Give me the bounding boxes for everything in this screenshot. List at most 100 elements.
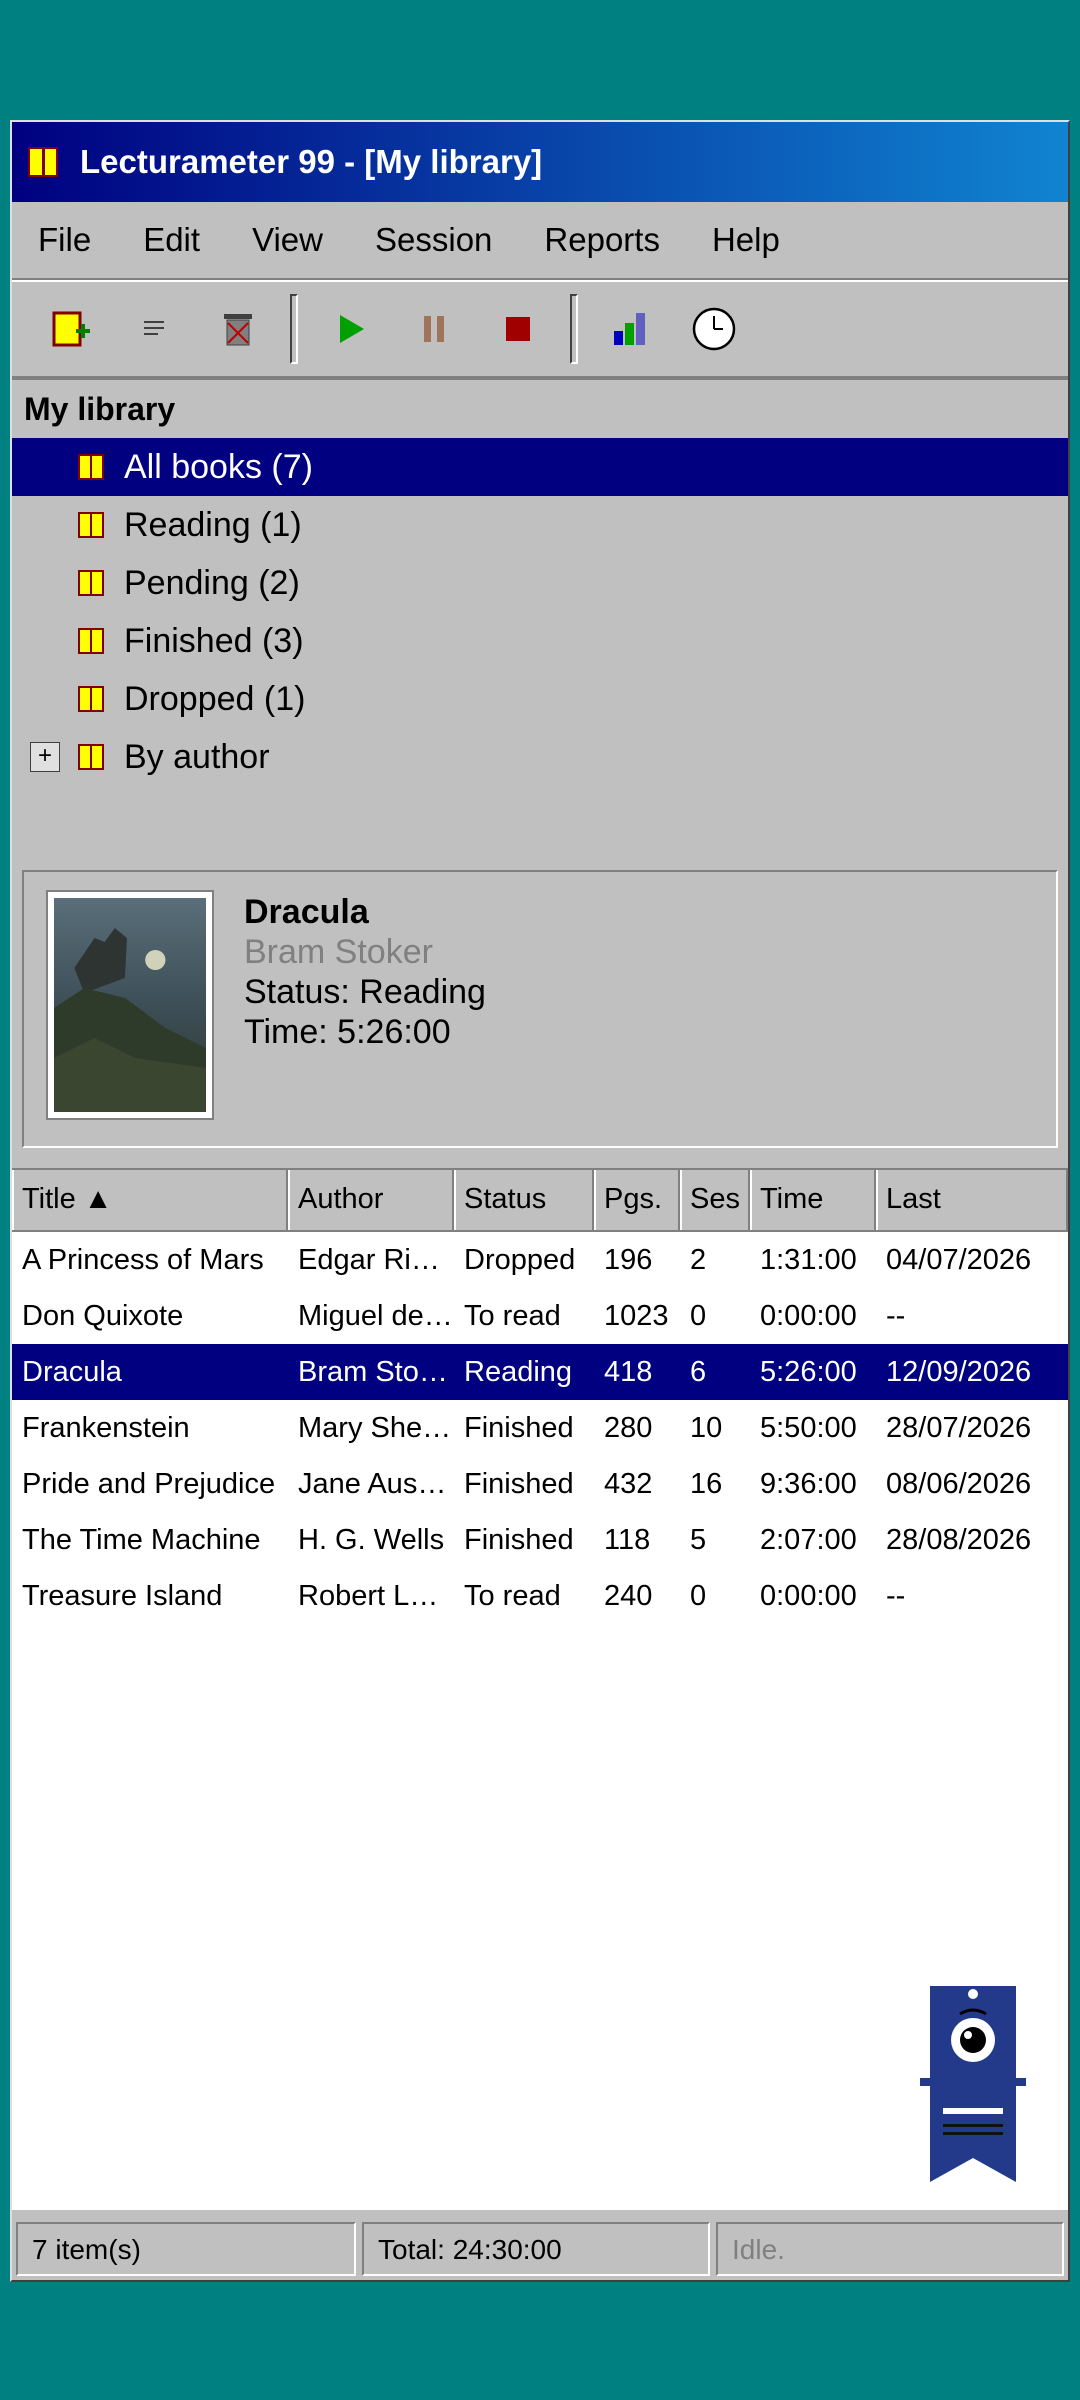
- new-book-button[interactable]: [28, 287, 112, 371]
- table-row[interactable]: Dracula Bram Stoker Reading 418 6 5:26:00 12/0…: [12, 1344, 1068, 1400]
- table-row[interactable]: A Princess of Mars Edgar Rice Burroughs Dr…: [12, 1232, 1068, 1288]
- tree-item-finished[interactable]: Finished (3): [12, 612, 1068, 670]
- column-last[interactable]: Last: [876, 1170, 1068, 1230]
- tree-item-by-author[interactable]: + By author: [12, 728, 1068, 786]
- cell-last: 08/06/2026: [886, 1468, 1032, 1500]
- table-row[interactable]: Frankenstein Mary Shelley Finished 280 10 5:5…: [12, 1400, 1068, 1456]
- cell-sessions: 5: [690, 1524, 707, 1556]
- toolbar: [12, 280, 1068, 378]
- pause-icon: [424, 316, 444, 342]
- column-time[interactable]: Time: [750, 1170, 876, 1230]
- book-details-text: Dracula Bram Stoker Status: Reading Time…: [244, 892, 486, 1052]
- cell-author: Mary Shelley: [298, 1412, 454, 1444]
- cell-title: Frankenstein: [22, 1412, 190, 1444]
- cell-sessions: 0: [690, 1300, 707, 1332]
- library-tree: My library All books (7) Reading (1) Pen…: [12, 378, 1068, 776]
- tree-item-label: All books (7): [124, 447, 313, 486]
- table-row[interactable]: Pride and Prejudice Jane Austen Finished 43…: [12, 1456, 1068, 1512]
- book-details-panel: Dracula Bram Stoker Status: Reading Time…: [22, 870, 1058, 1148]
- cell-author: Miguel de Cervantes: [298, 1300, 454, 1332]
- cell-title: A Princess of Mars: [22, 1244, 264, 1276]
- cell-time: 9:36:00: [760, 1468, 857, 1500]
- cell-status: Finished: [464, 1468, 574, 1500]
- table-row[interactable]: Treasure Island Robert Louis Stevenson To …: [12, 1568, 1068, 1624]
- cell-time: 0:00:00: [760, 1580, 857, 1612]
- tree-item-all-books[interactable]: All books (7): [12, 438, 1068, 496]
- cell-author: Robert Louis Stevenson: [298, 1580, 454, 1612]
- delete-icon: [224, 314, 252, 346]
- cell-author: Edgar Rice Burroughs: [298, 1244, 454, 1276]
- tree-item-reading[interactable]: Reading (1): [12, 496, 1068, 554]
- table-row[interactable]: Don Quixote Miguel de Cervantes To read 102…: [12, 1288, 1068, 1344]
- app-window: Lecturameter 99 - [My library] File Edit…: [10, 120, 1070, 2282]
- book-cover: [46, 890, 214, 1120]
- cell-pages: 432: [604, 1468, 653, 1500]
- tree-root-label[interactable]: My library: [12, 380, 1068, 438]
- cell-last: 28/08/2026: [886, 1524, 1032, 1556]
- column-author[interactable]: Author: [288, 1170, 454, 1230]
- cell-status: Finished: [464, 1524, 574, 1556]
- tree-item-label: Finished (3): [124, 621, 304, 660]
- column-title[interactable]: Title ▲: [12, 1170, 288, 1230]
- cell-pages: 1023: [604, 1300, 669, 1332]
- cell-sessions: 10: [690, 1412, 723, 1444]
- list-icon: [144, 321, 164, 335]
- column-pages[interactable]: Pgs.: [594, 1170, 680, 1230]
- new-book-icon: [52, 311, 90, 347]
- details-button[interactable]: [112, 287, 196, 371]
- menu-edit[interactable]: Edit: [117, 221, 226, 259]
- cell-title: The Time Machine: [22, 1524, 261, 1556]
- menu-view[interactable]: View: [226, 221, 349, 259]
- book-icon: [78, 686, 104, 712]
- cell-author: Jane Austen: [298, 1468, 454, 1500]
- start-session-button[interactable]: [308, 287, 392, 371]
- expand-button[interactable]: +: [30, 742, 60, 772]
- delete-button[interactable]: [196, 287, 280, 371]
- cell-pages: 196: [604, 1244, 653, 1276]
- menu-help[interactable]: Help: [686, 221, 806, 259]
- tree-item-dropped[interactable]: Dropped (1): [12, 670, 1068, 728]
- menu-file[interactable]: File: [12, 221, 117, 259]
- cell-time: 1:31:00: [760, 1244, 857, 1276]
- cell-last: --: [886, 1580, 906, 1612]
- cell-time: 0:00:00: [760, 1300, 857, 1332]
- menu-session[interactable]: Session: [349, 221, 518, 259]
- tree-item-label: Pending (2): [124, 563, 300, 602]
- app-book-icon[interactable]: [28, 147, 58, 177]
- reports-button[interactable]: [588, 287, 672, 371]
- column-sessions[interactable]: Ses: [680, 1170, 750, 1230]
- cell-pages: 418: [604, 1356, 653, 1388]
- play-icon: [340, 315, 364, 343]
- history-button[interactable]: [672, 287, 756, 371]
- toolbar-separator: [570, 294, 578, 364]
- cell-author: Bram Stoker: [298, 1356, 454, 1388]
- status-total-time: Total: 24:30:00: [362, 2222, 710, 2276]
- pause-session-button[interactable]: [392, 287, 476, 371]
- cell-title: Don Quixote: [22, 1300, 184, 1332]
- cell-time: 5:50:00: [760, 1412, 857, 1444]
- status-item-count: 7 item(s): [16, 2222, 356, 2276]
- title-bar[interactable]: Lecturameter 99 - [My library]: [12, 122, 1068, 202]
- list-header: Title ▲ Author Status Pgs. Ses Time Last: [12, 1170, 1068, 1232]
- tree-item-pending[interactable]: Pending (2): [12, 554, 1068, 612]
- detail-title: Dracula: [244, 893, 369, 931]
- cell-last: --: [886, 1300, 906, 1332]
- cell-status: To read: [464, 1580, 561, 1612]
- status-state: Idle.: [716, 2222, 1064, 2276]
- cell-time: 5:26:00: [760, 1356, 857, 1388]
- cell-sessions: 6: [690, 1356, 707, 1388]
- cell-last: 04/07/2026: [886, 1244, 1032, 1276]
- toolbar-separator: [290, 294, 298, 364]
- book-icon: [78, 454, 104, 480]
- menu-reports[interactable]: Reports: [518, 221, 686, 259]
- cell-last: 12/09/2026: [886, 1356, 1032, 1388]
- tree-item-label: Reading (1): [124, 505, 302, 544]
- clock-icon: [692, 307, 736, 351]
- column-status[interactable]: Status: [454, 1170, 594, 1230]
- stop-session-button[interactable]: [476, 287, 560, 371]
- cell-status: Dropped: [464, 1244, 576, 1276]
- cell-sessions: 2: [690, 1244, 707, 1276]
- cell-title: Treasure Island: [22, 1580, 223, 1612]
- table-row[interactable]: The Time Machine H. G. Wells Finished 118 5 2…: [12, 1512, 1068, 1568]
- cell-sessions: 0: [690, 1580, 707, 1612]
